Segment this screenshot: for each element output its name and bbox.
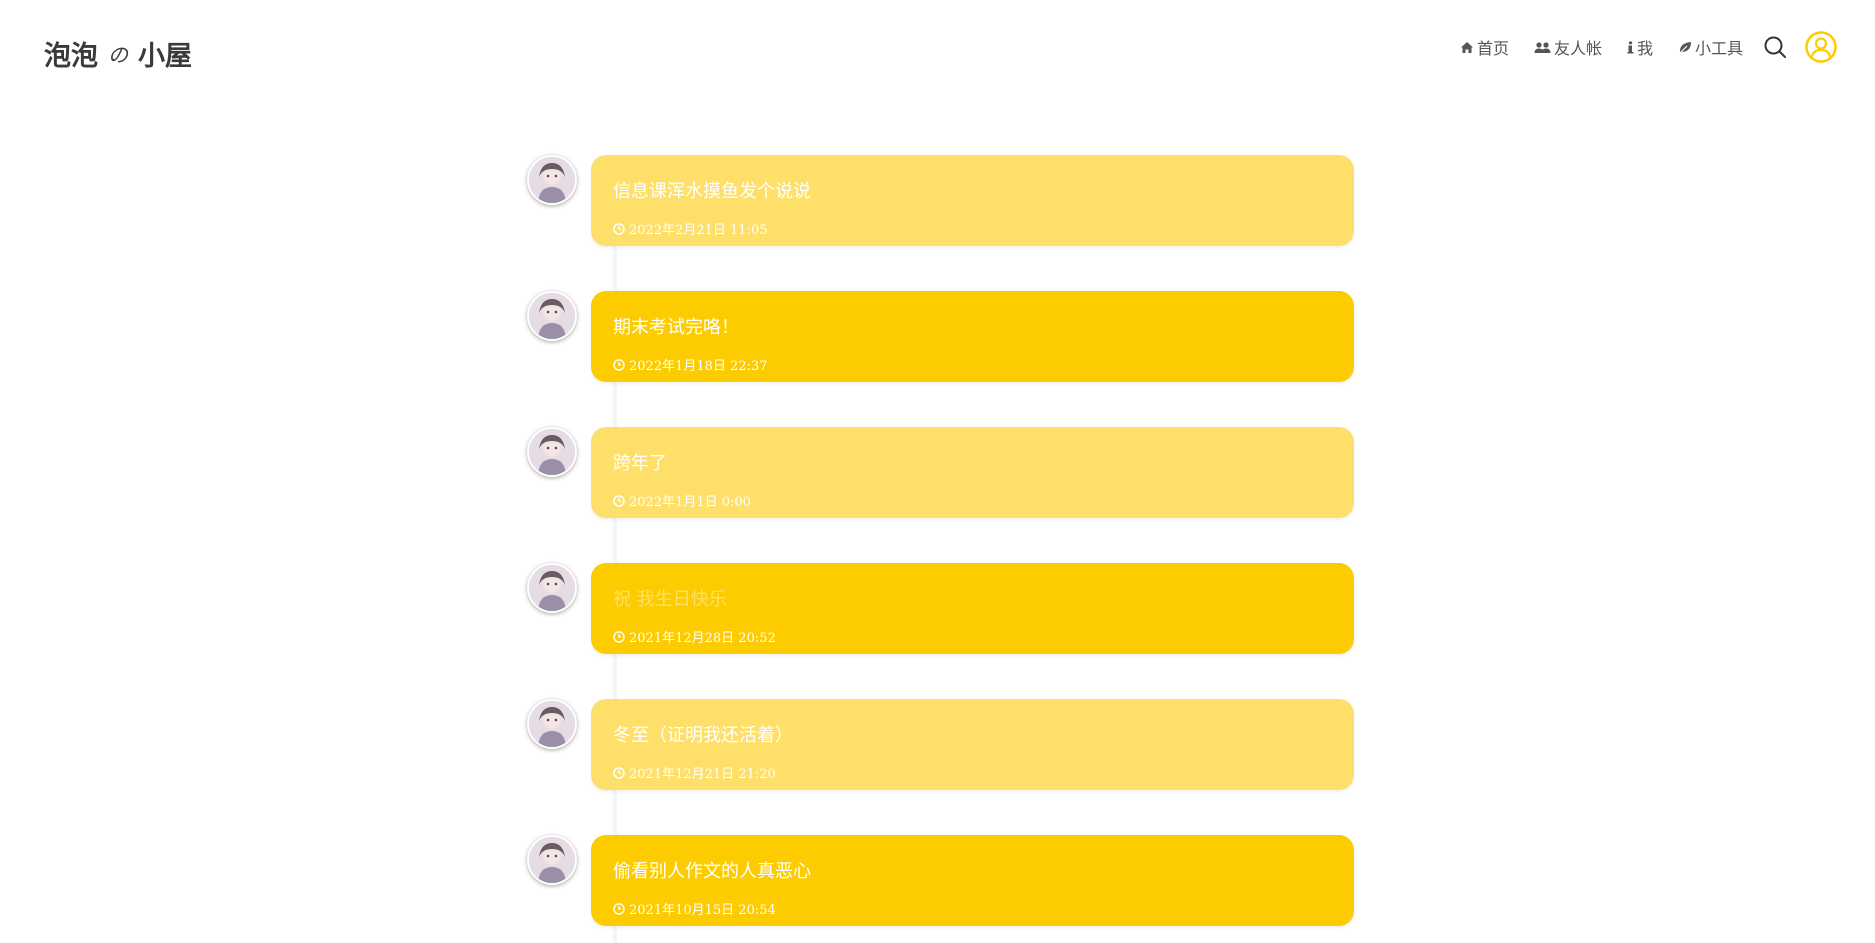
post-time-text: 2022年1月1日 0:00	[629, 495, 751, 510]
avatar[interactable]	[527, 155, 577, 205]
avatar[interactable]	[527, 291, 577, 341]
post-text: 祝 我生日快乐	[613, 589, 727, 610]
post-timestamp: 2021年10月15日 20:54	[613, 899, 776, 918]
post-card[interactable]: 偷看别人作文的人真恶心 2021年10月15日 20:54	[591, 835, 1354, 926]
clock-icon	[613, 494, 625, 507]
post-timestamp: 2021年12月28日 20:52	[613, 627, 776, 646]
timeline-entry: 冬至（证明我还活着） 2021年12月21日 21:20	[527, 699, 1354, 791]
clock-icon	[613, 766, 625, 779]
post-time-text: 2021年12月28日 20:52	[629, 631, 776, 646]
post-timestamp: 2021年12月21日 21:20	[613, 763, 776, 782]
timeline-entry: 跨年了 2022年1月1日 0:00	[527, 427, 1354, 519]
moments-timeline: 信息课浑水摸鱼发个说说 2022年2月21日 11:05 期末考试完咯！ 202…	[0, 0, 1875, 943]
post-timestamp: 2022年1月1日 0:00	[613, 491, 751, 510]
post-time-text: 2022年1月18日 22:37	[629, 359, 768, 374]
post-timestamp: 2022年1月18日 22:37	[613, 355, 768, 374]
clock-icon	[613, 902, 625, 915]
post-text: 信息课浑水摸鱼发个说说	[613, 181, 811, 202]
avatar[interactable]	[527, 835, 577, 885]
post-time-text: 2021年10月15日 20:54	[629, 903, 776, 918]
post-card[interactable]: 跨年了 2022年1月1日 0:00	[591, 427, 1354, 518]
post-time-text: 2022年2月21日 11:05	[629, 223, 768, 238]
timeline-entry: 期末考试完咯！ 2022年1月18日 22:37	[527, 291, 1354, 383]
avatar[interactable]	[527, 427, 577, 477]
post-text: 冬至（证明我还活着）	[613, 725, 793, 746]
post-text: 期末考试完咯！	[613, 317, 739, 338]
post-text: 偷看别人作文的人真恶心	[613, 861, 811, 882]
post-timestamp: 2022年2月21日 11:05	[613, 219, 768, 238]
avatar[interactable]	[527, 699, 577, 749]
clock-icon	[613, 358, 625, 371]
clock-icon	[613, 222, 625, 235]
post-time-text: 2021年12月21日 21:20	[629, 767, 776, 782]
timeline-entry: 祝 我生日快乐 2021年12月28日 20:52	[527, 563, 1354, 655]
post-card[interactable]: 祝 我生日快乐 2021年12月28日 20:52	[591, 563, 1354, 654]
post-card[interactable]: 信息课浑水摸鱼发个说说 2022年2月21日 11:05	[591, 155, 1354, 246]
timeline-entry: 偷看别人作文的人真恶心 2021年10月15日 20:54	[527, 835, 1354, 927]
post-text: 跨年了	[613, 453, 667, 474]
post-card[interactable]: 期末考试完咯！ 2022年1月18日 22:37	[591, 291, 1354, 382]
clock-icon	[613, 630, 625, 643]
post-card[interactable]: 冬至（证明我还活着） 2021年12月21日 21:20	[591, 699, 1354, 790]
timeline-entry: 信息课浑水摸鱼发个说说 2022年2月21日 11:05	[527, 155, 1354, 247]
avatar[interactable]	[527, 563, 577, 613]
